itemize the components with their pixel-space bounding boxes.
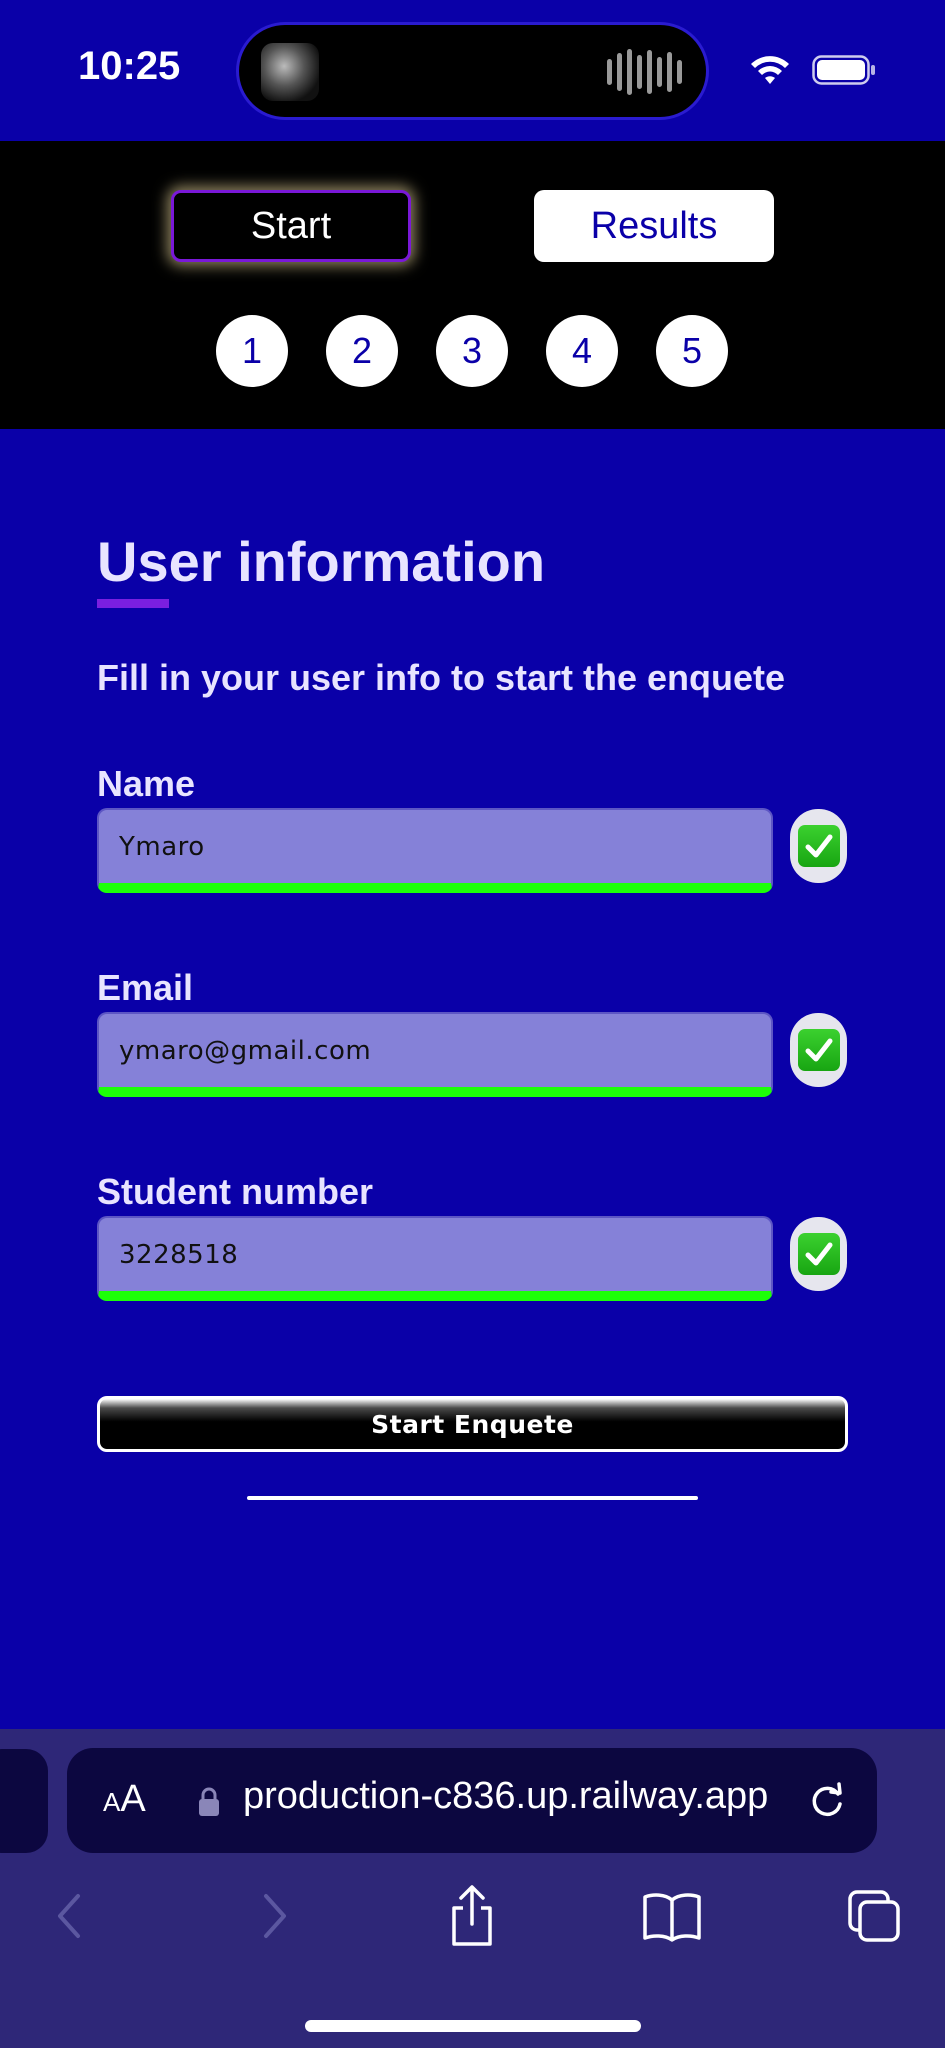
top-nav: Start Results 1 2 3 4 5: [0, 141, 945, 429]
name-valid-icon: [790, 809, 847, 883]
step-5-button[interactable]: 5: [656, 315, 728, 387]
dynamic-island[interactable]: [239, 25, 706, 117]
check-mark-icon: [797, 1029, 840, 1071]
share-icon[interactable]: [440, 1884, 504, 1948]
page-title: User information: [97, 530, 546, 593]
browser-toolbar: [0, 1884, 945, 1964]
aa-big-letter: A: [120, 1778, 146, 1820]
url-text[interactable]: production-c836.up.railway.app: [243, 1775, 803, 1818]
wifi-icon: [751, 56, 789, 84]
bookmarks-icon[interactable]: [640, 1884, 704, 1948]
start-tab-button[interactable]: Start: [171, 190, 411, 262]
results-tab-button[interactable]: Results: [534, 190, 774, 262]
step-1-button[interactable]: 1: [216, 315, 288, 387]
email-valid-icon: [790, 1013, 847, 1087]
forward-icon[interactable]: [242, 1884, 306, 1948]
previous-tab-peek[interactable]: [0, 1749, 48, 1853]
title-underline: [97, 599, 169, 608]
reader-settings-button[interactable]: AA: [103, 1778, 146, 1821]
divider: [247, 1496, 698, 1500]
step-3-button[interactable]: 3: [436, 315, 508, 387]
name-input[interactable]: Ymaro: [97, 808, 773, 893]
audio-waveform-icon: [607, 49, 682, 95]
tabs-icon[interactable]: [842, 1884, 906, 1948]
lock-icon: [199, 1787, 219, 1816]
email-label: Email: [97, 967, 194, 1008]
back-icon[interactable]: [38, 1884, 102, 1948]
status-time: 10:25: [78, 44, 181, 88]
step-4-button[interactable]: 4: [546, 315, 618, 387]
start-enquete-button[interactable]: Start Enquete: [97, 1396, 848, 1452]
form-subtitle: Fill in your user info to start the enqu…: [97, 657, 786, 698]
check-mark-icon: [797, 825, 840, 867]
step-indicator: 1 2 3 4 5: [216, 315, 728, 387]
aa-small-letter: A: [103, 1787, 121, 1817]
address-bar[interactable]: AA production-c836.up.railway.app: [67, 1748, 877, 1853]
student-number-valid-icon: [790, 1217, 847, 1291]
battery-icon: [812, 55, 875, 85]
user-info-form: User information Fill in your user info …: [0, 429, 945, 1729]
check-mark-icon: [797, 1233, 840, 1275]
student-number-label: Student number: [97, 1171, 373, 1212]
reload-icon[interactable]: [807, 1780, 847, 1820]
step-2-button[interactable]: 2: [326, 315, 398, 387]
home-indicator[interactable]: [305, 2020, 641, 2032]
email-input[interactable]: ymaro@gmail.com: [97, 1012, 773, 1097]
browser-chrome: AA production-c836.up.railway.app: [0, 1729, 945, 2048]
status-bar: 10:25: [0, 0, 945, 141]
now-playing-artwork: [261, 43, 319, 101]
name-label: Name: [97, 763, 196, 804]
student-number-input[interactable]: 3228518: [97, 1216, 773, 1301]
